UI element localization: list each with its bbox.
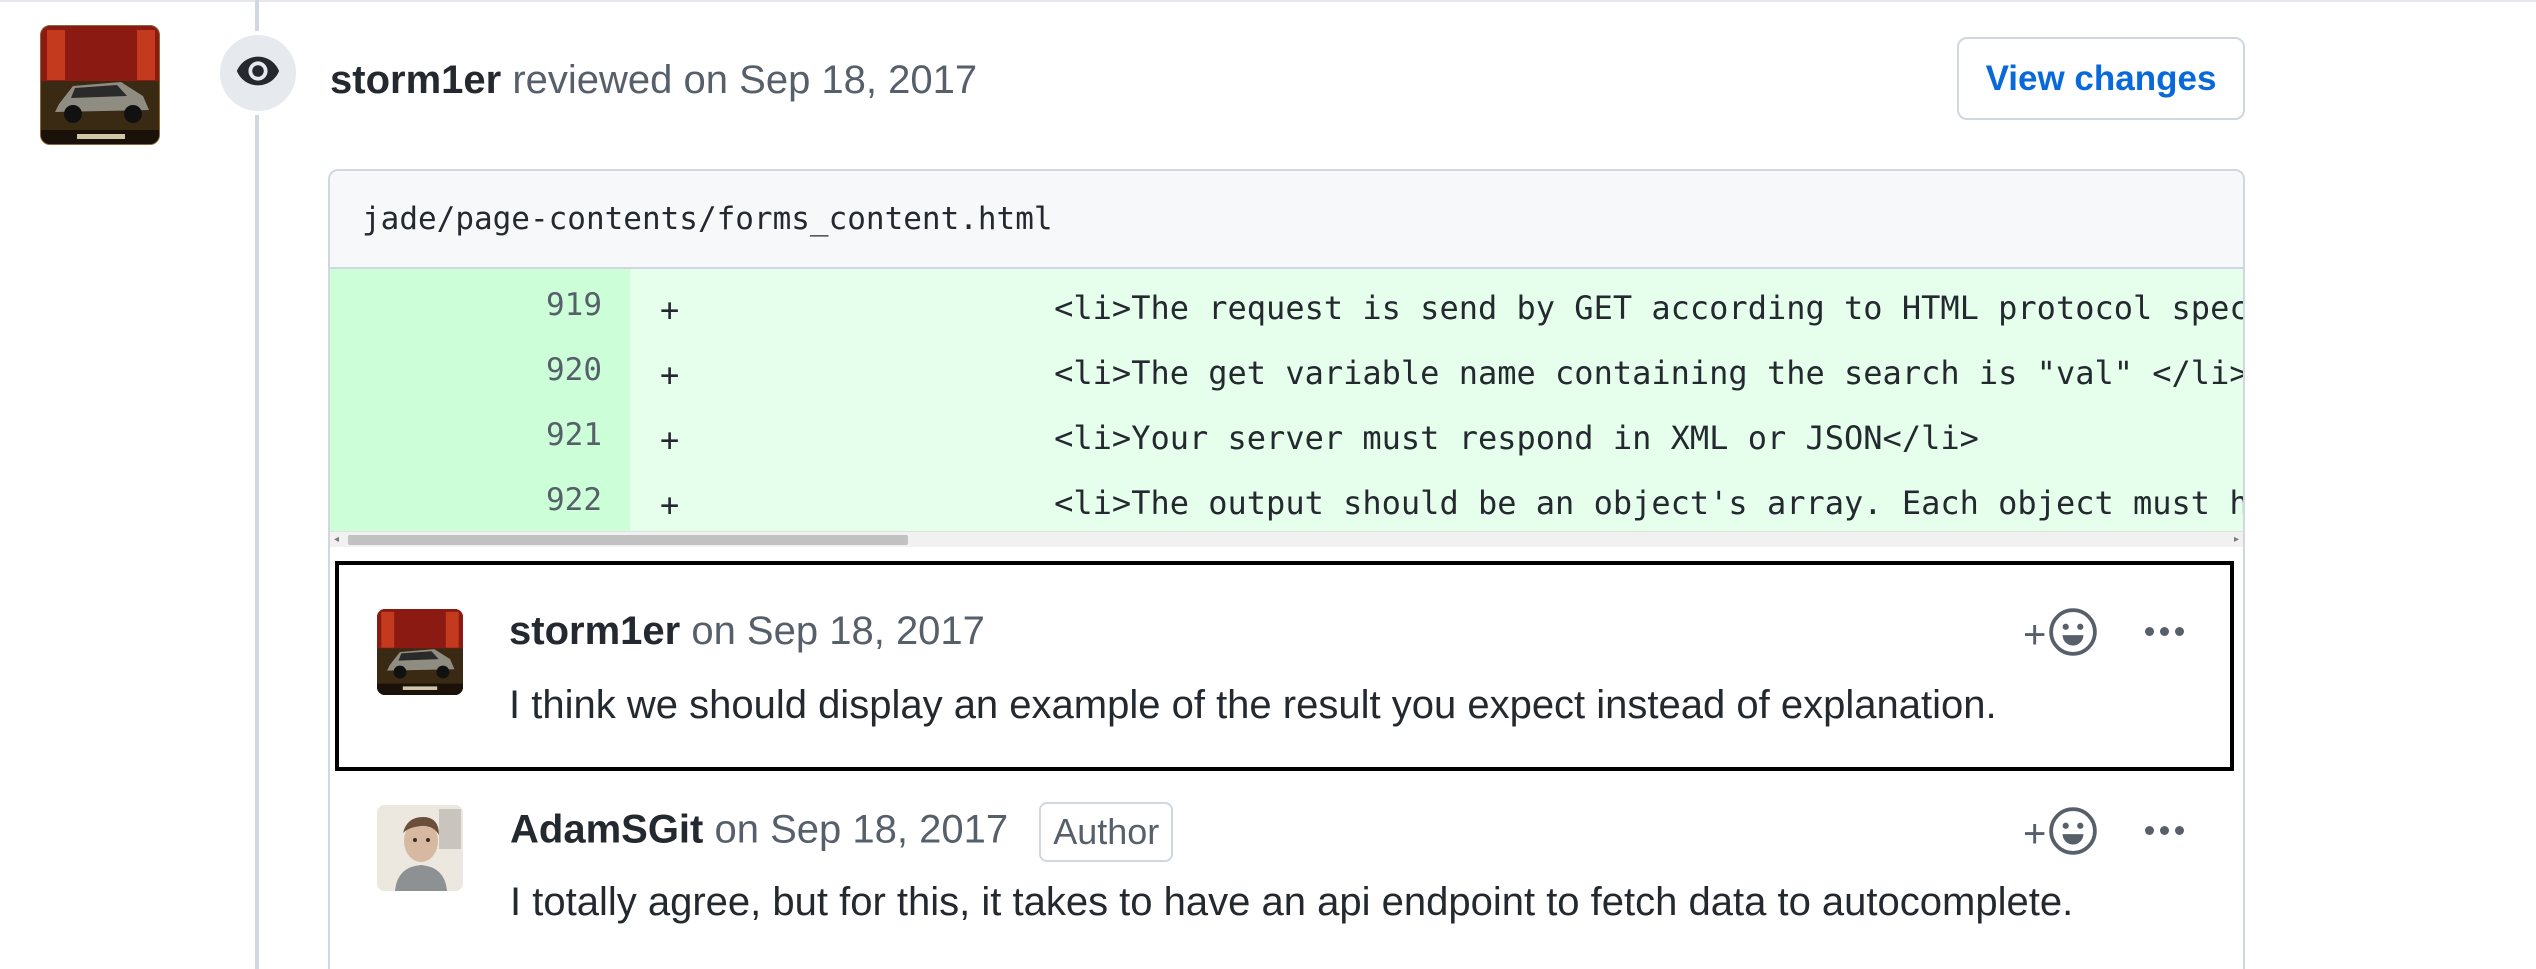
line-number[interactable]: 921 [330,417,602,453]
code-text: <li>Your server must respond in XML or J… [900,419,1979,457]
review-header: storm1er reviewed on Sep 18, 2017 [330,52,977,108]
diff-table: 919 + <li>The request is send by GET acc… [330,269,2243,531]
review-date-link[interactable]: on Sep 18, 2017 [684,58,978,102]
avatar[interactable] [377,609,463,695]
comment-options-button[interactable] [2145,826,2184,835]
code-text: <li>The request is send by GET according… [900,289,2243,327]
review-event-badge [216,31,300,115]
comment-meta: AdamSGit on Sep 18, 2017 Author [510,802,1174,862]
comment-date-link[interactable]: on Sep 18, 2017 [714,808,1008,852]
code-text: <li>The get variable name containing the… [900,354,2243,392]
plus-icon: + [2023,811,2047,856]
file-path[interactable]: jade/page-contents/forms_content.html [362,201,1053,237]
diff-sign: + [660,486,680,524]
diff-sign: + [660,356,680,394]
diff-line: 922 + <li>The output should be an object… [330,464,2243,529]
add-reaction-button[interactable]: + [2023,806,2098,861]
diff-line: 919 + <li>The request is send by GET acc… [330,269,2243,334]
top-divider [0,0,2536,2]
diff-line: 920 + <li>The get variable name containi… [330,334,2243,399]
code-text: <li>The output should be an object's arr… [900,484,2243,522]
comment-body: I think we should display an example of … [509,683,1997,727]
comment-date-link[interactable]: on Sep 18, 2017 [691,609,985,653]
line-number[interactable]: 922 [330,482,602,518]
scroll-right-icon[interactable]: ▸ [2234,535,2239,545]
comment-author-link[interactable]: storm1er [509,609,680,653]
add-reaction-button[interactable]: + [2023,607,2098,662]
line-number[interactable]: 919 [330,287,602,323]
review-action: reviewed [512,58,673,102]
review-comment: AdamSGit on Sep 18, 2017 Author + I tota… [330,776,2243,969]
comment-meta: storm1er on Sep 18, 2017 [509,605,985,657]
eye-icon [235,48,281,99]
comment-body: I totally agree, but for this, it takes … [510,880,2074,924]
review-author-link[interactable]: storm1er [330,58,501,102]
diff-sign: + [660,421,680,459]
comment-author-link[interactable]: AdamSGit [510,808,703,852]
smiley-icon [2048,607,2098,662]
timeline-line [255,0,259,969]
line-number[interactable]: 920 [330,352,602,388]
horizontal-scrollbar[interactable]: ◂ ▸ [330,531,2243,547]
diff-line: 921 + <li>Your server must respond in XM… [330,399,2243,464]
reviewer-avatar[interactable] [40,25,160,145]
review-comment: storm1er on Sep 18, 2017 + I think we sh… [335,561,2234,771]
scrollbar-thumb[interactable] [348,535,908,545]
comment-options-button[interactable] [2145,627,2184,636]
view-changes-button[interactable]: View changes [1957,37,2245,120]
file-path-header: jade/page-contents/forms_content.html [330,171,2243,269]
scroll-left-icon[interactable]: ◂ [334,535,339,545]
author-badge: Author [1039,802,1174,862]
plus-icon: + [2023,612,2047,657]
avatar[interactable] [377,805,463,891]
smiley-icon [2048,806,2098,861]
review-thread: jade/page-contents/forms_content.html 91… [328,169,2245,969]
diff-sign: + [660,291,680,329]
